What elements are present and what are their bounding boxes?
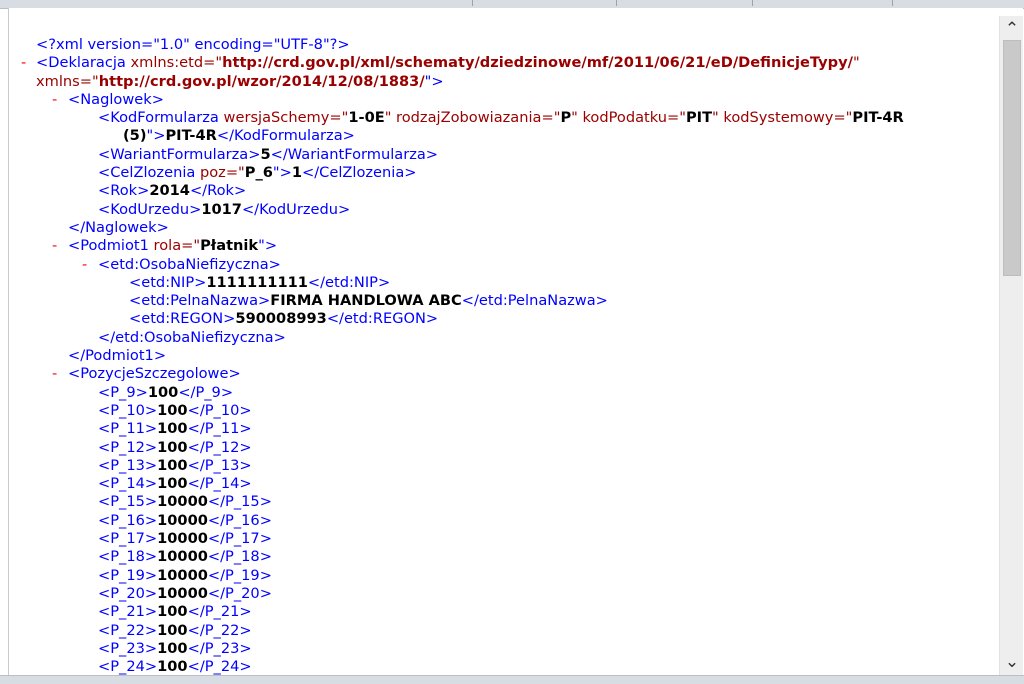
xml-line-osoba-close: </etd:OsobaNiefizyczna> [98, 328, 286, 346]
scrollbar-thumb[interactable] [1003, 40, 1021, 276]
xml-line-position: <P_10>100</P_10> [98, 401, 252, 419]
collapse-toggle[interactable]: - [52, 365, 62, 383]
collapse-toggle[interactable]: - [21, 54, 31, 72]
xml-line-position: <P_20>10000</P_20> [98, 584, 272, 602]
xml-line-position: <P_18>10000</P_18> [98, 548, 272, 566]
xml-line-kodformularza: <KodFormularza wersjaSchemy="1-0E" rodza… [98, 109, 904, 127]
xml-line-osoba-open: - <etd:OsobaNiefizyczna> [82, 255, 281, 274]
xml-line-position: <P_23>100</P_23> [98, 639, 252, 657]
xml-line-position: <P_15>10000</P_15> [98, 493, 272, 511]
xml-line-position: <P_12>100</P_12> [98, 438, 252, 456]
xml-line-position: <P_21>100</P_21> [98, 603, 252, 621]
tab-divider [752, 0, 753, 6]
xml-line-position: <P_19>10000</P_19> [98, 566, 272, 584]
xml-line-position: <P_22>100</P_22> [98, 621, 252, 639]
xml-line-position: <P_11>100</P_11> [98, 420, 252, 438]
xml-line-position: <P_9>100</P_9> [98, 383, 234, 401]
xml-line-podmiot-close: </Podmiot1> [68, 347, 167, 365]
xml-line-podmiot-open: - <Podmiot1 rola="Płatnik"> [52, 237, 278, 255]
xml-line-position: <P_13>100</P_13> [98, 456, 252, 474]
xml-line-nip: <etd:NIP>1111111111</etd:NIP> [129, 273, 391, 291]
xml-line-position: <P_14>100</P_14> [98, 475, 252, 493]
xml-line-naglowek-close: </Naglowek> [68, 218, 169, 236]
tab-divider [472, 0, 473, 6]
collapse-toggle[interactable]: - [52, 237, 62, 255]
xml-line-wariant: <WariantFormularza>5</WariantFormularza> [98, 145, 439, 163]
xml-line-naglowek-open: - <Naglowek> [52, 90, 164, 109]
xml-line-rok: <Rok>2014</Rok> [98, 182, 247, 200]
xml-declaration: <?xml version="1.0" encoding="UTF-8"?> [36, 36, 350, 53]
xml-line-pozycje-open: - <PozycjeSzczegolowe> [52, 365, 241, 383]
xml-line-position: <P_16>10000</P_16> [98, 511, 272, 529]
xml-viewer-window: <?xml version="1.0" encoding="UTF-8"?> -… [8, 8, 1023, 675]
xml-line-position: <P_24>100</P_24> [98, 658, 252, 675]
chevron-up-icon[interactable]: ⌃ [1000, 18, 1023, 40]
xml-document: <?xml version="1.0" encoding="UTF-8"?> -… [21, 36, 996, 675]
tab-divider [616, 0, 617, 6]
collapse-toggle[interactable]: - [82, 256, 92, 274]
xml-line-root-open: - <Deklaracja xmlns:etd="http://crd.gov.p… [21, 54, 996, 72]
xml-line-pelnanazwa: <etd:PelnaNazwa>FIRMA HANDLOWA ABC</etd:… [129, 292, 608, 310]
vertical-scrollbar[interactable]: ⌃ ⌄ [999, 16, 1023, 675]
xml-line-regon: <etd:REGON>590008993</etd:REGON> [129, 310, 439, 328]
collapse-toggle[interactable]: - [52, 91, 62, 109]
xml-line-root-attr: xmlns="http://crd.gov.pl/wzor/2014/12/08… [36, 72, 444, 90]
xml-line-kodformularza-cont: (5)">PIT-4R</KodFormularza> [123, 127, 355, 145]
tab-divider [892, 0, 893, 6]
xml-line-kodurzedu: <KodUrzedu>1017</KodUrzedu> [98, 200, 351, 218]
tag-deklaracja: <Deklaracja xmlns:etd="http://crd.gov.pl… [36, 54, 860, 72]
xml-line-position: <P_17>10000</P_17> [98, 530, 272, 548]
chevron-down-icon[interactable]: ⌄ [1000, 651, 1023, 673]
xml-line-celzlozenia: <CelZlozenia poz="P_6">1</CelZlozenia> [98, 164, 417, 182]
